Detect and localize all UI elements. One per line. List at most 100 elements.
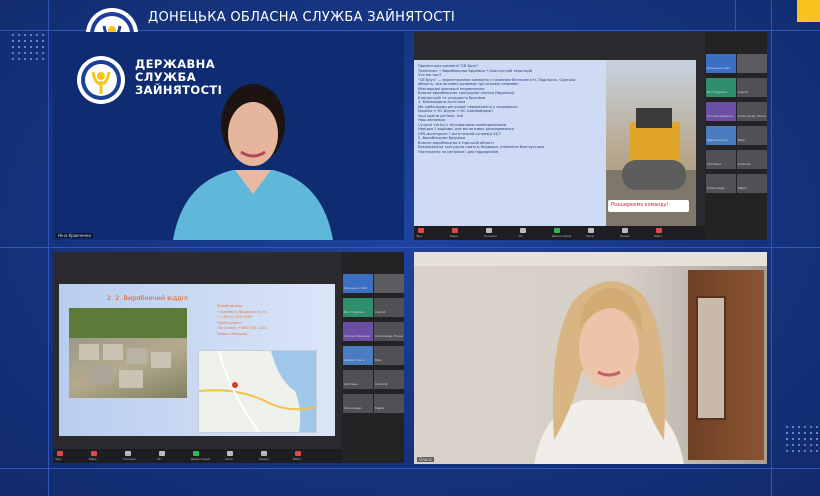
participant-thumb[interactable]: Вікт Руденко [343, 298, 373, 317]
toolbar-button-icon[interactable] [261, 451, 267, 456]
decor-dot [792, 426, 794, 428]
participant-thumb[interactable] [374, 274, 404, 293]
decor-dot [810, 432, 812, 434]
toolbar-button-label: Учасники [484, 235, 497, 238]
participant-thumb[interactable]: Донецька ОЦЗ [343, 274, 373, 293]
toolbar-button-icon[interactable] [91, 451, 97, 456]
toolbar-button-icon[interactable] [486, 228, 492, 233]
participant-thumb-name: Оксана Удовина [344, 334, 370, 338]
decor-dot [810, 444, 812, 446]
decor-dot [804, 426, 806, 428]
decor-dot [42, 58, 44, 60]
participant-thumb[interactable]: Олександр [706, 174, 736, 193]
participant-thumb[interactable]: Олександр Лосєв [737, 102, 767, 121]
toolbar-button-label: Запис [225, 458, 234, 461]
participant-thumb-name: Олександр Лосєв [738, 114, 766, 118]
decor-dot [798, 438, 800, 440]
participants-panel[interactable]: Донецька ОЦЗ Вікт Руденко Сергій Оксана Удо… [705, 32, 767, 240]
toolbar-button-icon[interactable] [57, 451, 63, 456]
participant-thumb[interactable]: Донецька ОЦЗ [706, 54, 736, 73]
decor-dot [816, 438, 818, 440]
decor-dots-left [12, 34, 44, 60]
decor-line-v-right [771, 0, 772, 496]
slide-photo-paving [69, 308, 187, 398]
location-map [198, 350, 317, 433]
participant-thumb-name: Донецька ОЦЗ [344, 286, 368, 290]
participant-thumb[interactable]: Віра [374, 346, 404, 365]
toolbar-button-label: Відео [89, 458, 97, 461]
decor-dot [810, 426, 812, 428]
participant-thumb[interactable]: Світлана [706, 150, 736, 169]
participant-thumb[interactable]: Світлана [343, 370, 373, 389]
video-tile-screenshare-2[interactable]: 2. 2. Виробничий відділ Виробництво: • Бр… [53, 252, 404, 463]
decor-dot [798, 444, 800, 446]
toolbar-button-label: Вийти [293, 458, 302, 461]
decor-dot [804, 444, 806, 446]
participant-thumb[interactable]: Дарма Ольга [343, 346, 373, 365]
participant-thumb[interactable]: Оксана Удовина [706, 102, 736, 121]
shared-slide: Презентація компанії "СВ Брук" Транспорт … [414, 60, 696, 240]
participant-thumb[interactable]: Олександр [343, 394, 373, 413]
participant-thumb[interactable] [737, 54, 767, 73]
slide-text-line: Постачання по регіонам і для підрядників [418, 149, 499, 154]
decor-dot [804, 450, 806, 452]
slide-text: Презентація компанії "СВ Брук" Транспорт … [418, 64, 602, 154]
participant-thumb[interactable]: Марія [374, 394, 404, 413]
decor-dot [786, 450, 788, 452]
toolbar-button-label: Чат [157, 458, 162, 461]
toolbar-button-icon[interactable] [227, 451, 233, 456]
toolbar-button-icon[interactable] [159, 451, 165, 456]
participant-thumb[interactable]: Олексій [374, 370, 404, 389]
toolbar-button-icon[interactable] [622, 228, 628, 233]
decor-dot [816, 444, 818, 446]
toolbar-button-icon[interactable] [588, 228, 594, 233]
participant-thumb-name: Віра [738, 138, 745, 142]
participant-thumb-name: Світлана [344, 382, 358, 386]
video-tile-host[interactable]: ДЕРЖАВНА СЛУЖБА ЗАЙНЯТОСТІ Ніна Кравченк… [53, 32, 404, 240]
toolbar-button-icon[interactable] [193, 451, 199, 456]
map-pin-icon [232, 382, 238, 388]
participant-thumb[interactable]: Сергій [737, 78, 767, 97]
brand-logo-icon [77, 56, 125, 104]
toolbar-button-icon[interactable] [452, 228, 458, 233]
toolbar-button-icon[interactable] [418, 228, 424, 233]
participant-thumb-name: Олексій [738, 162, 751, 166]
decor-dot [810, 438, 812, 440]
cabinet-glass-door [696, 296, 726, 420]
video-tile-participant[interactable]: Ольга [414, 252, 767, 464]
decor-dot [786, 438, 788, 440]
participant-thumb[interactable]: Марія [737, 174, 767, 193]
participant-thumb[interactable]: Оксана Удовина [343, 322, 373, 341]
toolbar-button-label: Реакції [620, 235, 630, 238]
participant-thumb-name: Олексій [375, 382, 388, 386]
toolbar-button-icon[interactable] [520, 228, 526, 233]
toolbar-button-icon[interactable] [295, 451, 301, 456]
toolbar-button-icon[interactable] [656, 228, 662, 233]
meeting-toolbar-2[interactable]: Звук Відео Учасники Чат Демонстрація Запис Реа… [53, 449, 342, 463]
participant-thumb[interactable]: Віра [737, 126, 767, 145]
participant-thumb-name: Сергій [738, 90, 749, 94]
decor-dot [30, 40, 32, 42]
slide-title: 2. 2. Виробничий відділ [107, 294, 188, 302]
decor-dot [24, 34, 26, 36]
participants-panel-2[interactable]: Донецька ОЦЗ Вікт Руденко Сергій Оксана Удо… [342, 252, 404, 463]
meeting-toolbar[interactable]: Звук Відео Учасники Чат Демонстрація Запис Реа… [414, 226, 705, 240]
decor-dot [786, 444, 788, 446]
toolbar-button-icon[interactable] [125, 451, 131, 456]
participant-thumb[interactable]: Сергій [374, 298, 404, 317]
toolbar-button-label: Запис [586, 235, 595, 238]
video-tile-screenshare-1[interactable]: Презентація компанії "СВ Брук" Транспорт … [414, 32, 767, 240]
participant-thumb-name: Олександр [707, 186, 725, 190]
toolbar-button-icon[interactable] [554, 228, 560, 233]
decor-dot [12, 52, 14, 54]
page-title: ДОНЕЦЬКА ОБЛАСНА СЛУЖБА ЗАЙНЯТОСТІ [148, 10, 456, 25]
participant-thumb[interactable]: Вікт Руденко [706, 78, 736, 97]
participant-thumb[interactable]: Олександр Лосєв [374, 322, 404, 341]
participant-thumb[interactable]: Дарма Ольга [706, 126, 736, 145]
decor-dots-right [786, 426, 818, 452]
decor-dot [18, 34, 20, 36]
participant-thumb[interactable]: Олексій [737, 150, 767, 169]
speaker-woman-image [173, 84, 333, 240]
toolbar-button-label: Звук [55, 458, 62, 461]
slide-info-line: Логістика: +380 (00) 1234 [217, 326, 267, 330]
